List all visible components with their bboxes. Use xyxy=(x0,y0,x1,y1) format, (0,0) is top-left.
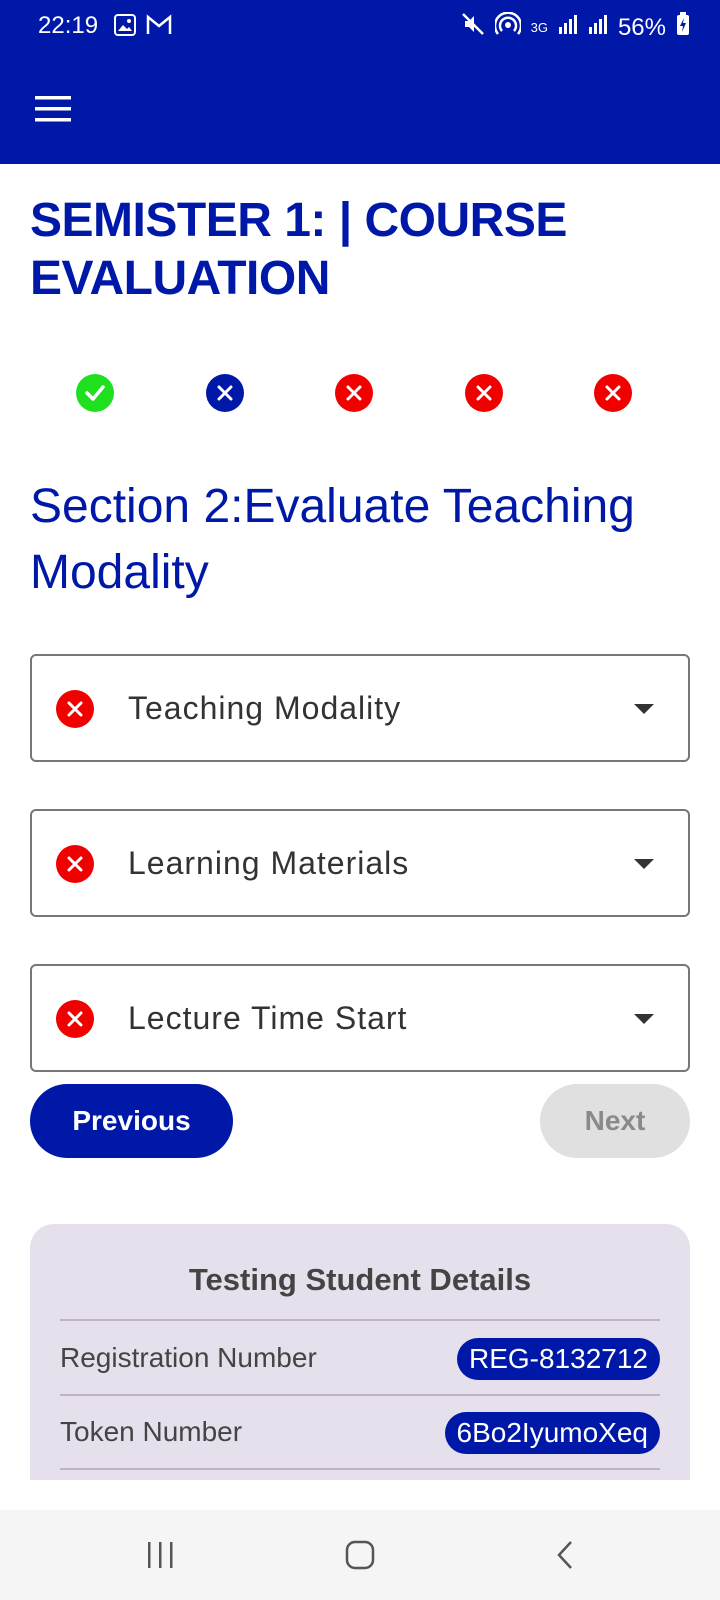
recent-apps-icon[interactable] xyxy=(140,1532,180,1578)
page-title: SEMISTER 1: | COURSE EVALUATION xyxy=(30,194,567,305)
dropdown-arrow-icon xyxy=(634,1014,654,1024)
divider xyxy=(60,1468,660,1470)
x-circle-icon[interactable] xyxy=(594,374,632,412)
hotspot-icon xyxy=(493,11,522,43)
dropdown-arrow-icon xyxy=(634,859,654,869)
card-title: Testing Student Details xyxy=(188,1262,532,1297)
gmail-icon xyxy=(146,14,172,41)
status-bar: 22:19 3G 56% xyxy=(0,0,720,56)
teaching-modality-dropdown[interactable]: Teaching Modality xyxy=(30,654,690,762)
x-circle-icon[interactable] xyxy=(465,374,503,412)
network-type: 3G xyxy=(530,20,548,35)
stepper xyxy=(76,374,646,414)
dropdown-label: Lecture Time Start xyxy=(128,1000,408,1036)
previous-button[interactable]: Previous xyxy=(30,1084,233,1158)
image-icon xyxy=(114,14,136,41)
battery-charging-icon xyxy=(676,12,690,43)
dropdown-arrow-icon xyxy=(634,704,654,714)
check-circle-icon[interactable] xyxy=(76,374,114,412)
dropdown-label: Teaching Modality xyxy=(128,690,402,726)
hamburger-menu-icon[interactable] xyxy=(28,86,78,132)
signal-icon xyxy=(558,13,578,42)
token-number-value: 6Bo2IyumoXeq xyxy=(444,1412,660,1454)
back-icon[interactable] xyxy=(545,1532,585,1578)
signal-icon xyxy=(588,13,608,42)
x-circle-icon[interactable] xyxy=(335,374,373,412)
learning-materials-dropdown[interactable]: Learning Materials xyxy=(30,809,690,917)
divider xyxy=(60,1394,660,1396)
lecture-time-start-dropdown[interactable]: Lecture Time Start xyxy=(30,964,690,1072)
status-time: 22:19 xyxy=(38,12,99,39)
student-details-card: Testing Student Details Registration Num… xyxy=(30,1224,690,1480)
registration-number-label: Registration Number xyxy=(60,1342,317,1373)
next-button[interactable]: Next xyxy=(540,1084,690,1158)
section-title: Section 2:Evaluate Teaching Modality xyxy=(30,480,635,599)
home-icon[interactable] xyxy=(340,1532,380,1578)
divider xyxy=(60,1319,660,1321)
error-icon xyxy=(56,1000,94,1038)
error-icon xyxy=(56,845,94,883)
token-number-label: Token Number xyxy=(60,1416,243,1447)
error-icon xyxy=(56,690,94,728)
dropdown-label: Learning Materials xyxy=(128,845,410,881)
mute-icon xyxy=(461,12,485,43)
registration-number-value: REG-8132712 xyxy=(456,1338,660,1380)
x-circle-icon[interactable] xyxy=(206,374,244,412)
battery-percent: 56% xyxy=(617,13,666,41)
app-bar xyxy=(0,56,720,164)
system-nav-bar xyxy=(0,1510,720,1600)
